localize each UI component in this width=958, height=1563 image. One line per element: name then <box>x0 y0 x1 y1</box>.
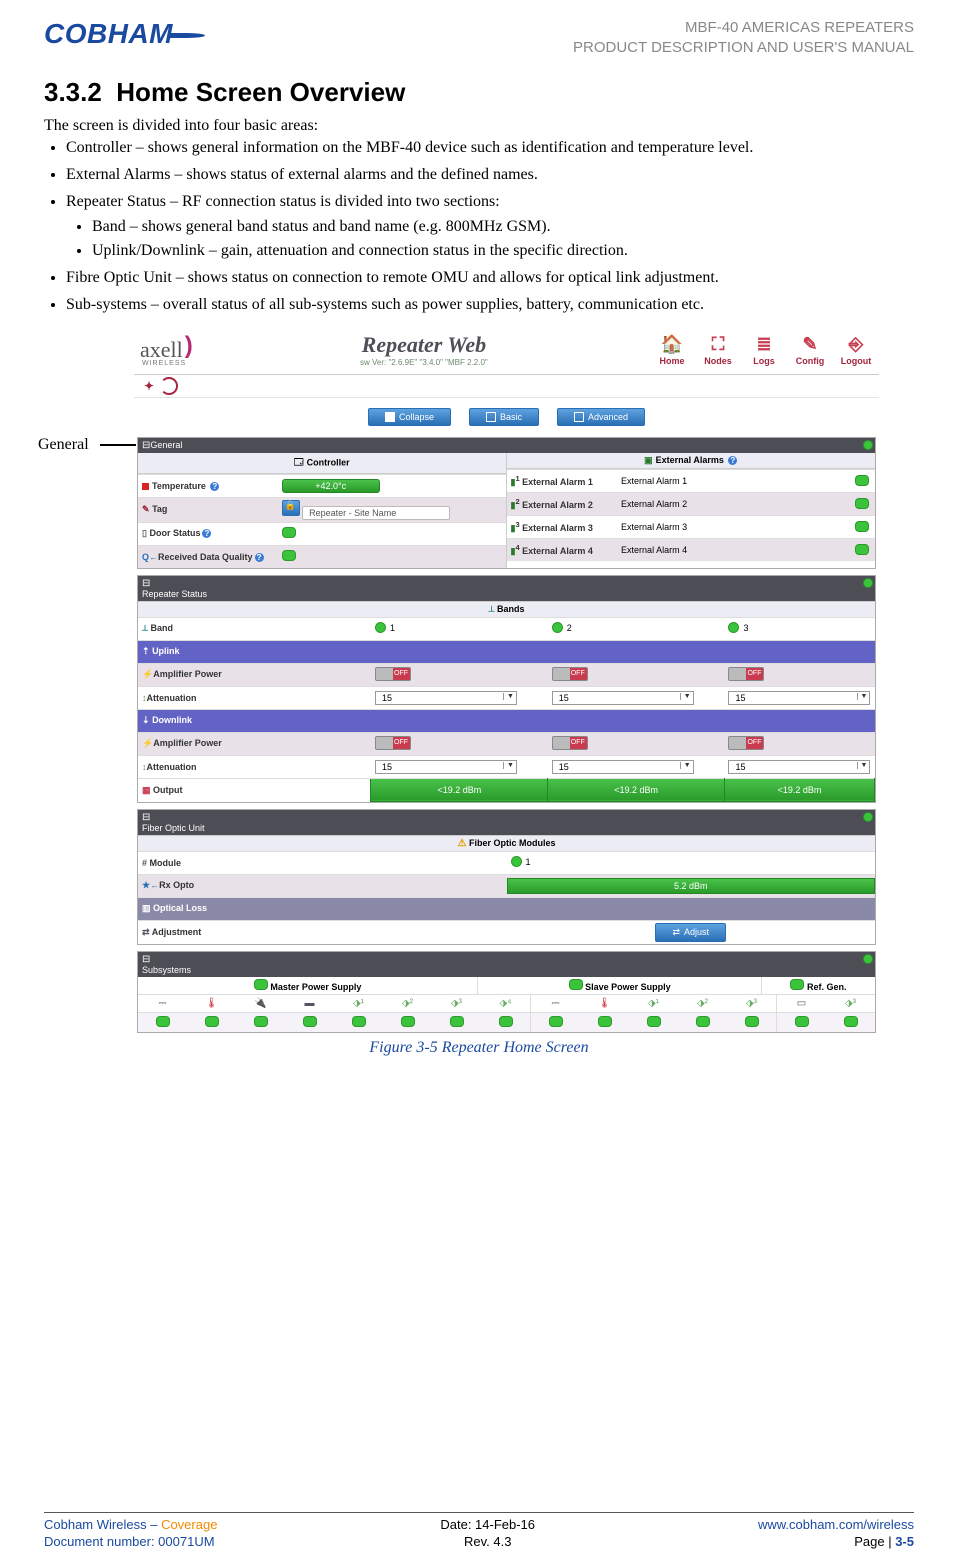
status-ok-icon <box>254 979 268 990</box>
amp-power-switch[interactable]: OFF <box>728 667 764 681</box>
list-item: External Alarms – shows status of extern… <box>66 165 914 186</box>
document-title: MBF-40 AMERICAS REPEATERS PRODUCT DESCRI… <box>573 18 914 59</box>
status-dot-icon <box>863 440 873 450</box>
subsystem-icon: ⬗¹ <box>648 998 659 1009</box>
attenuation-select[interactable]: 15 <box>375 760 517 774</box>
bands-header: ⟂ Bands <box>138 601 875 617</box>
status-ok-icon <box>282 550 296 561</box>
logs-icon: ≣ <box>747 334 781 356</box>
nav-home[interactable]: 🏠Home <box>655 334 689 366</box>
nav-logs[interactable]: ≣Logs <box>747 334 781 366</box>
external-alarms-header: ▣External Alarms ? <box>507 453 876 469</box>
section-heading: 3.3.2 Home Screen Overview <box>44 77 914 108</box>
tag-input[interactable]: Repeater - Site Name <box>302 506 450 520</box>
amp-power-switch[interactable]: OFF <box>728 736 764 750</box>
list-item: Controller – shows general information o… <box>66 138 914 159</box>
status-ok-icon <box>855 475 869 486</box>
app-title: Repeater Web <box>193 332 655 358</box>
repeater-web-screenshot: axell) WIRELESS Repeater Web sw Ver: "2.… <box>134 326 879 1033</box>
output-value: <19.2 dBm <box>548 778 725 801</box>
status-ok-icon <box>569 979 583 990</box>
help-icon[interactable]: ? <box>210 482 219 491</box>
logout-icon: ⎆ <box>839 334 873 356</box>
status-ok-icon <box>156 1016 170 1027</box>
output-value: <19.2 dBm <box>371 778 548 801</box>
subsystem-icon: ▭ <box>797 998 806 1009</box>
subsystem-icon: ⬗² <box>697 998 708 1009</box>
subsystem-icon: ⬗³ <box>746 998 757 1009</box>
refresh-icon[interactable] <box>160 377 178 395</box>
list-item: Repeater Status – RF connection status i… <box>66 192 914 262</box>
bullet-list: Controller – shows general information o… <box>44 138 914 316</box>
config-icon: ✎ <box>793 334 827 356</box>
callout-general: General <box>38 436 89 454</box>
nav-nodes[interactable]: ⛶Nodes <box>701 334 735 366</box>
panel-subsystems: ⊟Subsystems Master Power Supply Slave Po… <box>137 951 876 1033</box>
section-intro: The screen is divided into four basic ar… <box>44 116 914 137</box>
nav-logout[interactable]: ⎆Logout <box>839 334 873 366</box>
lock-icon[interactable] <box>282 500 300 516</box>
subsystem-icon: ▬ <box>305 998 315 1009</box>
warning-icon: ⚠ <box>458 838 467 849</box>
app-version: sw Ver: "2.6.9E" "3.4.0" "MBF 2.2.0" <box>193 358 655 367</box>
attenuation-select[interactable]: 15 <box>552 760 694 774</box>
list-item: Sub-systems – overall status of all sub-… <box>66 295 914 316</box>
top-nav: 🏠Home ⛶Nodes ≣Logs ✎Config ⎆Logout <box>655 334 873 366</box>
subsystem-icon: ⎓ <box>159 998 167 1009</box>
page-footer: Cobham Wireless – Coverage Document numb… <box>44 1512 914 1549</box>
output-value: <19.2 dBm <box>724 778 874 801</box>
subsystem-icon: 🔌 <box>254 998 266 1009</box>
collapse-button[interactable]: Collapse <box>368 408 451 426</box>
subsystem-icon: ⬗⁴ <box>500 998 512 1009</box>
advanced-button[interactable]: Advanced <box>557 408 645 426</box>
help-icon[interactable]: ? <box>255 553 264 562</box>
status-ok-icon <box>282 527 296 538</box>
nodes-icon: ⛶ <box>701 334 735 356</box>
subsystem-icon: ⬗¹ <box>353 998 364 1009</box>
help-icon[interactable]: ? <box>202 529 211 538</box>
rx-opto-value: 5.2 dBm <box>507 878 876 894</box>
list-item: Band – shows general band status and ban… <box>92 217 914 238</box>
cobham-logo: COBHAM <box>44 18 205 50</box>
attenuation-select[interactable]: 15 <box>728 760 870 774</box>
help-icon[interactable]: ? <box>728 456 737 465</box>
amp-power-switch[interactable]: OFF <box>552 667 588 681</box>
basic-button[interactable]: Basic <box>469 408 539 426</box>
home-icon: 🏠 <box>655 334 689 356</box>
controller-header: 🗔Controller <box>138 453 506 474</box>
amp-power-switch[interactable]: OFF <box>375 736 411 750</box>
list-item: Uplink/Downlink – gain, attenuation and … <box>92 241 914 262</box>
status-dot-icon <box>863 954 873 964</box>
temperature-value: +42.0°c <box>282 479 380 493</box>
attenuation-select[interactable]: 15 <box>552 691 694 705</box>
amp-power-switch[interactable]: OFF <box>552 736 588 750</box>
fiber-modules-header: ⚠ Fiber Optic Modules <box>138 835 875 851</box>
nav-config[interactable]: ✎Config <box>793 334 827 366</box>
status-ok-icon <box>855 521 869 532</box>
panel-repeater-status: ⊟Repeater Status ⟂ Bands ⟂ Band 1 2 3 ⇡ … <box>137 575 876 803</box>
temperature-icon: 🌡 <box>205 998 218 1009</box>
callout-line <box>100 444 136 446</box>
subsystem-icon: ⬗³ <box>845 998 856 1009</box>
subsystem-icon: ⬗² <box>402 998 413 1009</box>
subsystem-icon: ⎓ <box>552 998 560 1009</box>
status-dot-icon <box>863 812 873 822</box>
axell-logo: axell) WIRELESS <box>140 336 193 364</box>
status-ok-icon <box>790 979 804 990</box>
temperature-icon: 🌡 <box>598 998 611 1009</box>
status-ok-icon <box>855 498 869 509</box>
status-dot-icon <box>863 578 873 588</box>
status-ok-icon <box>855 544 869 555</box>
list-item: Fibre Optic Unit – shows status on conne… <box>66 268 914 289</box>
amp-power-switch[interactable]: OFF <box>375 667 411 681</box>
adjust-button[interactable]: ⇄Adjust <box>655 923 726 942</box>
attenuation-select[interactable]: 15 <box>728 691 870 705</box>
panel-general: ⊟General 🗔Controller Temperature ? +42.0… <box>137 437 876 569</box>
panel-fiber-optic: ⊟Fiber Optic Unit ⚠ Fiber Optic Modules … <box>137 809 876 945</box>
figure-caption: Figure 3-5 Repeater Home Screen <box>44 1039 914 1057</box>
subsystem-icon: ⬗³ <box>451 998 462 1009</box>
attenuation-select[interactable]: 15 <box>375 691 517 705</box>
